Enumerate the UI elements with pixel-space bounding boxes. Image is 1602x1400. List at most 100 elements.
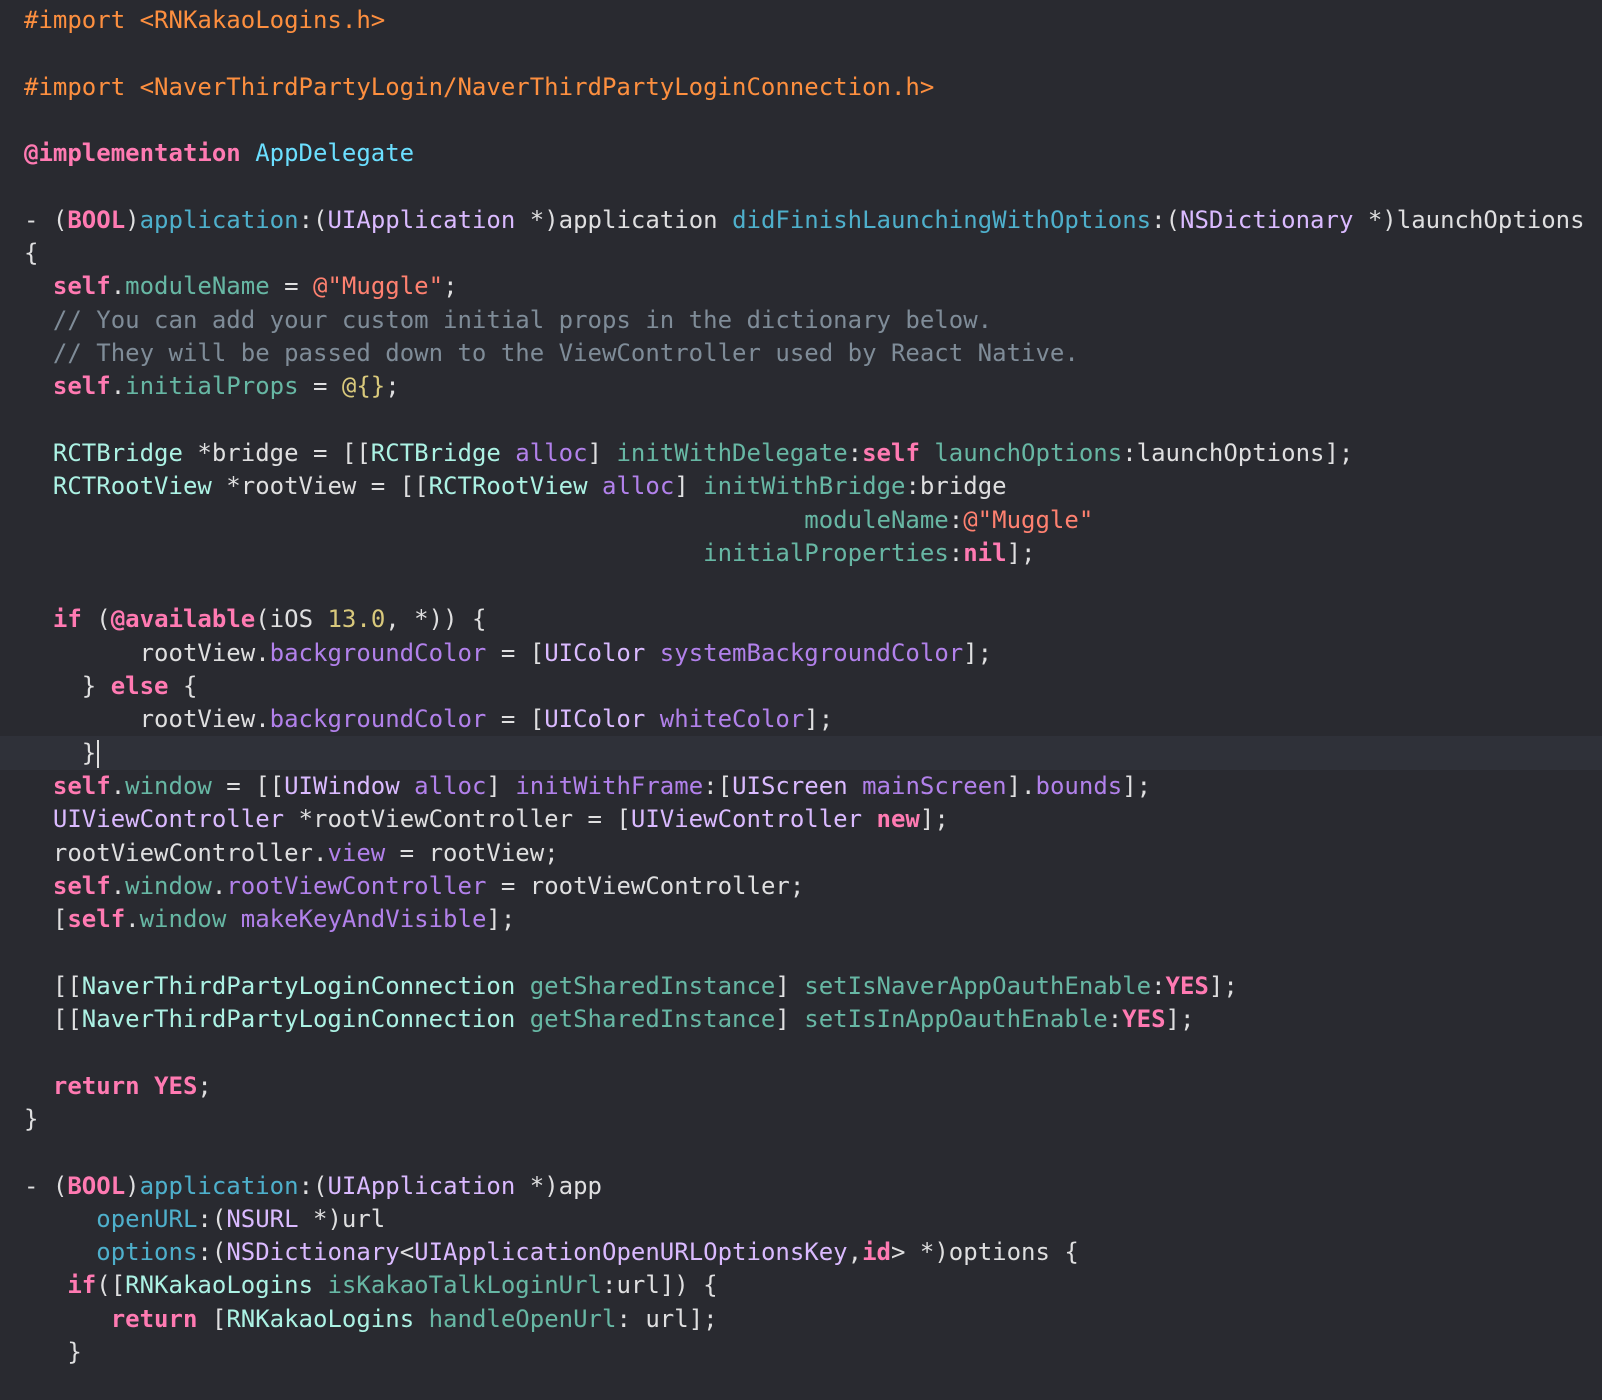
code-line[interactable] <box>0 1035 1602 1069</box>
code-token-method: handleOpenUrl <box>428 1304 617 1333</box>
code-token-plain: ]; <box>1165 1005 1195 1033</box>
code-token-prop: alloc <box>515 438 588 467</box>
code-line[interactable]: return YES; <box>0 1069 1602 1103</box>
code-token-plain: } <box>24 672 111 700</box>
code-line[interactable]: @implementation AppDelegate <box>0 136 1602 170</box>
code-line[interactable]: options:(NSDictionary<UIApplicationOpenU… <box>0 1235 1602 1269</box>
code-line[interactable]: #import <NaverThirdPartyLogin/NaverThird… <box>0 70 1602 104</box>
code-line[interactable]: { <box>0 236 1602 270</box>
code-line[interactable]: RCTRootView *rootView = [[RCTRootView al… <box>0 469 1602 503</box>
code-line[interactable]: if([RNKakaoLogins isKakaoTalkLoginUrl:ur… <box>0 1268 1602 1302</box>
code-token-plain: = rootView; <box>385 838 559 867</box>
code-token-type: UIScreen <box>732 771 848 800</box>
code-token-plain: } <box>24 1104 39 1133</box>
code-line[interactable]: initialProperties:nil]; <box>0 536 1602 570</box>
code-line[interactable]: moduleName:@"Muggle" <box>0 503 1602 537</box>
code-token-method: window <box>125 771 212 800</box>
code-line[interactable]: openURL:(NSURL *)url <box>0 1202 1602 1236</box>
code-token-plain: :( <box>298 1171 328 1200</box>
code-token-plain: = <box>298 372 342 401</box>
code-token-keyword: self <box>52 871 111 900</box>
code-token-plain: ] <box>486 771 516 800</box>
code-token-plain: :launchOptions]; <box>1122 438 1354 467</box>
code-line[interactable]: self.initialProps = @{}; <box>0 369 1602 403</box>
code-line[interactable]: // You can add your custom initial props… <box>0 303 1602 337</box>
code-token-plain: - ( <box>24 205 68 234</box>
code-token-number: 13.0 <box>327 605 386 634</box>
code-token-plain: :( <box>197 1204 227 1233</box>
code-token-keyword: new <box>876 805 920 834</box>
code-line[interactable]: #import <RNKakaoLogins.h> <box>0 3 1602 37</box>
code-token-keyword: self <box>52 771 111 800</box>
code-token-keyword: BOOL <box>67 1171 126 1200</box>
code-line[interactable] <box>0 403 1602 437</box>
code-token-plain: ]; <box>804 705 834 734</box>
code-token-plain: :url]) { <box>602 1271 718 1300</box>
code-line[interactable]: UIViewController *rootViewController = [… <box>0 802 1602 836</box>
code-line[interactable]: } <box>0 1102 1602 1136</box>
code-token-plain: > *)options { <box>891 1238 1079 1267</box>
code-line[interactable]: [[NaverThirdPartyLoginConnection getShar… <box>0 969 1602 1003</box>
code-line[interactable] <box>0 1135 1602 1169</box>
code-token-plain: : <box>948 538 964 567</box>
code-line[interactable]: rootViewController.view = rootView; <box>0 836 1602 870</box>
code-token-keyword: id <box>862 1238 891 1267</box>
code-line[interactable] <box>0 103 1602 137</box>
code-token-plain: . <box>211 871 227 900</box>
code-token-prop: view <box>327 838 386 867</box>
code-token-plain: ]; <box>1208 971 1238 1000</box>
code-token-plain: *)application <box>515 205 733 234</box>
code-token-keyword: self <box>67 905 126 934</box>
code-line[interactable] <box>0 935 1602 969</box>
code-token-plain: = [[ <box>211 771 285 800</box>
code-token-keyword: @available <box>110 605 256 634</box>
code-token-number: @{} <box>341 372 386 401</box>
code-line[interactable] <box>0 170 1602 204</box>
code-token-plain: [ <box>24 905 68 934</box>
code-line[interactable]: rootView.backgroundColor = [UIColor syst… <box>0 636 1602 670</box>
code-line[interactable] <box>0 36 1602 70</box>
code-token-class: NaverThirdPartyLoginConnection <box>81 1005 516 1033</box>
code-token-method: setIsNaverAppOauthEnable <box>804 971 1152 1000</box>
code-token-class: RNKakaoLogins <box>226 1304 415 1333</box>
code-line[interactable]: RCTBridge *bridge = [[RCTBridge alloc] i… <box>0 436 1602 470</box>
code-token-method: isKakaoTalkLoginUrl <box>327 1271 603 1300</box>
code-line[interactable]: rootView.backgroundColor = [UIColor whit… <box>0 702 1602 736</box>
code-token-plain: ; <box>197 1071 212 1100</box>
code-line[interactable]: } else { <box>0 669 1602 703</box>
code-line[interactable]: [self.window makeKeyAndVisible]; <box>0 902 1602 936</box>
code-line[interactable]: } <box>0 1335 1602 1369</box>
code-token-keyword: return <box>52 1071 140 1100</box>
code-line[interactable]: - (BOOL)application:(UIApplication *)app <box>0 1169 1602 1203</box>
code-line[interactable]: [[NaverThirdPartyLoginConnection getShar… <box>0 1002 1602 1036</box>
code-line[interactable]: self.moduleName = @"Muggle"; <box>0 269 1602 303</box>
code-line[interactable]: self.window = [[UIWindow alloc] initWith… <box>0 769 1602 803</box>
code-editor[interactable]: #import <RNKakaoLogins.h> #import <NaverT… <box>0 0 1602 1400</box>
code-token-method: initWithDelegate <box>616 438 848 467</box>
code-line[interactable]: // They will be passed down to the ViewC… <box>0 336 1602 370</box>
code-token-declm: application <box>139 205 299 234</box>
code-line[interactable]: self.window.rootViewController = rootVie… <box>0 869 1602 903</box>
current-code-line[interactable]: } <box>0 735 1602 770</box>
code-line[interactable] <box>0 569 1602 603</box>
code-token-plain: } <box>24 738 97 767</box>
code-line[interactable]: return [RNKakaoLogins handleOpenUrl: url… <box>0 1302 1602 1336</box>
code-line[interactable]: if (@available(iOS 13.0, *)) { <box>0 602 1602 636</box>
code-token-plain: *)url <box>298 1204 386 1233</box>
code-line[interactable]: - (BOOL)application:(UIApplication *)app… <box>0 203 1602 237</box>
